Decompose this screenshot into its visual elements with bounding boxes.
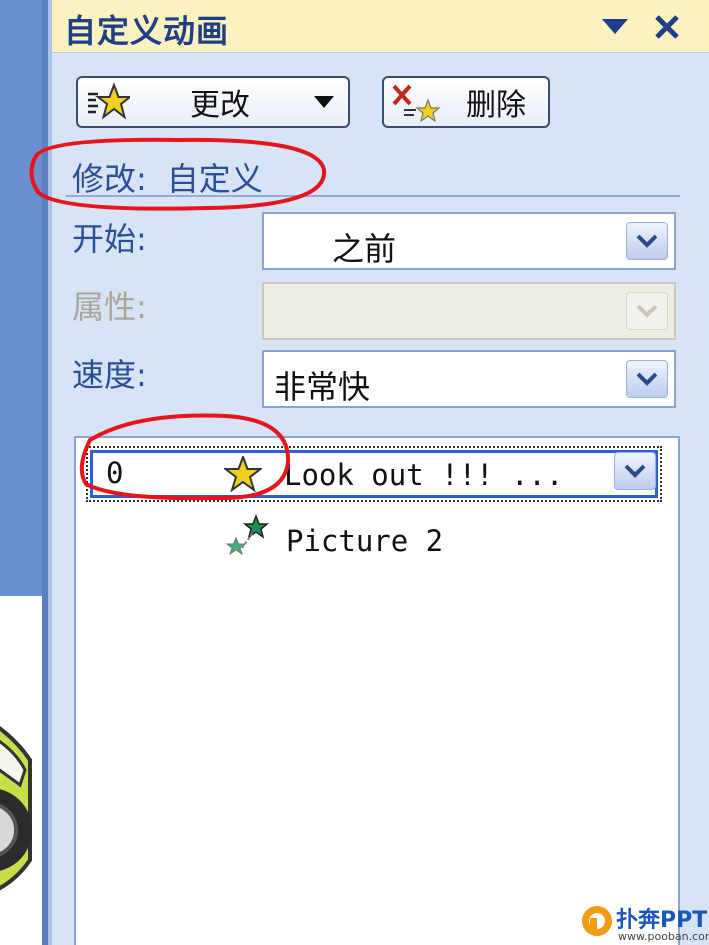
dropdown-arrow-icon (602, 19, 628, 34)
path-animation-icon (225, 513, 270, 556)
start-label: 开始: (72, 220, 147, 258)
modify-label: 修改: (72, 160, 147, 198)
chevron-down-icon (624, 464, 646, 478)
modify-value: 自定义 (166, 160, 263, 198)
property-dropdown-button (626, 292, 668, 330)
speed-select[interactable]: 非常快 (262, 350, 676, 408)
pane-menu-dropdown[interactable] (598, 10, 632, 44)
list-item[interactable]: 0 Look out !!! ... (86, 446, 662, 502)
list-item-text: Look out !!! ... (284, 458, 564, 492)
custom-animation-pane: 自定义动画 更改 删除 修改: 自定义 开始: 之前 属性: 速度: 非常快 0… (48, 0, 709, 945)
chevron-down-icon (636, 304, 658, 318)
start-value: 之前 (332, 230, 397, 268)
effect-star-icon (224, 456, 262, 492)
animation-list: 0 Look out !!! ... Picture 2 (74, 436, 680, 945)
list-item-dropdown-button[interactable] (614, 452, 656, 490)
chevron-down-icon (314, 96, 334, 108)
pane-title-bar: 自定义动画 (52, 0, 709, 53)
speed-value: 非常快 (274, 368, 371, 406)
pane-title: 自定义动画 (64, 12, 230, 50)
delete-effect-button[interactable]: 删除 (382, 76, 550, 128)
slide-background (0, 0, 48, 596)
change-effect-label: 更改 (190, 88, 250, 123)
speed-label: 速度: (72, 356, 147, 394)
chevron-down-icon (636, 234, 658, 248)
start-select[interactable]: 之前 (262, 212, 676, 270)
slide-preview (0, 0, 48, 945)
watermark-url: www.pooban.com (618, 930, 709, 943)
change-effect-button[interactable]: 更改 (76, 76, 350, 128)
close-button[interactable] (650, 10, 684, 44)
property-select (262, 282, 676, 340)
start-dropdown-button[interactable] (626, 222, 668, 260)
divider (66, 195, 680, 197)
delete-effect-label: 删除 (466, 88, 526, 123)
modify-row: 修改: 自定义 (72, 154, 263, 200)
property-label: 属性: (72, 288, 147, 326)
chevron-down-icon (636, 372, 658, 386)
watermark-logo-icon (582, 906, 612, 936)
change-effect-star-icon (88, 82, 130, 120)
list-item[interactable]: Picture 2 (222, 512, 522, 568)
delete-effect-icon (392, 84, 441, 122)
watermark: 扑奔PPT www.pooban.com (580, 900, 709, 945)
close-icon (655, 15, 679, 39)
car-image (0, 726, 32, 891)
list-item-number: 0 (106, 456, 124, 490)
speed-dropdown-button[interactable] (626, 360, 668, 398)
list-item-text: Picture 2 (286, 524, 444, 558)
